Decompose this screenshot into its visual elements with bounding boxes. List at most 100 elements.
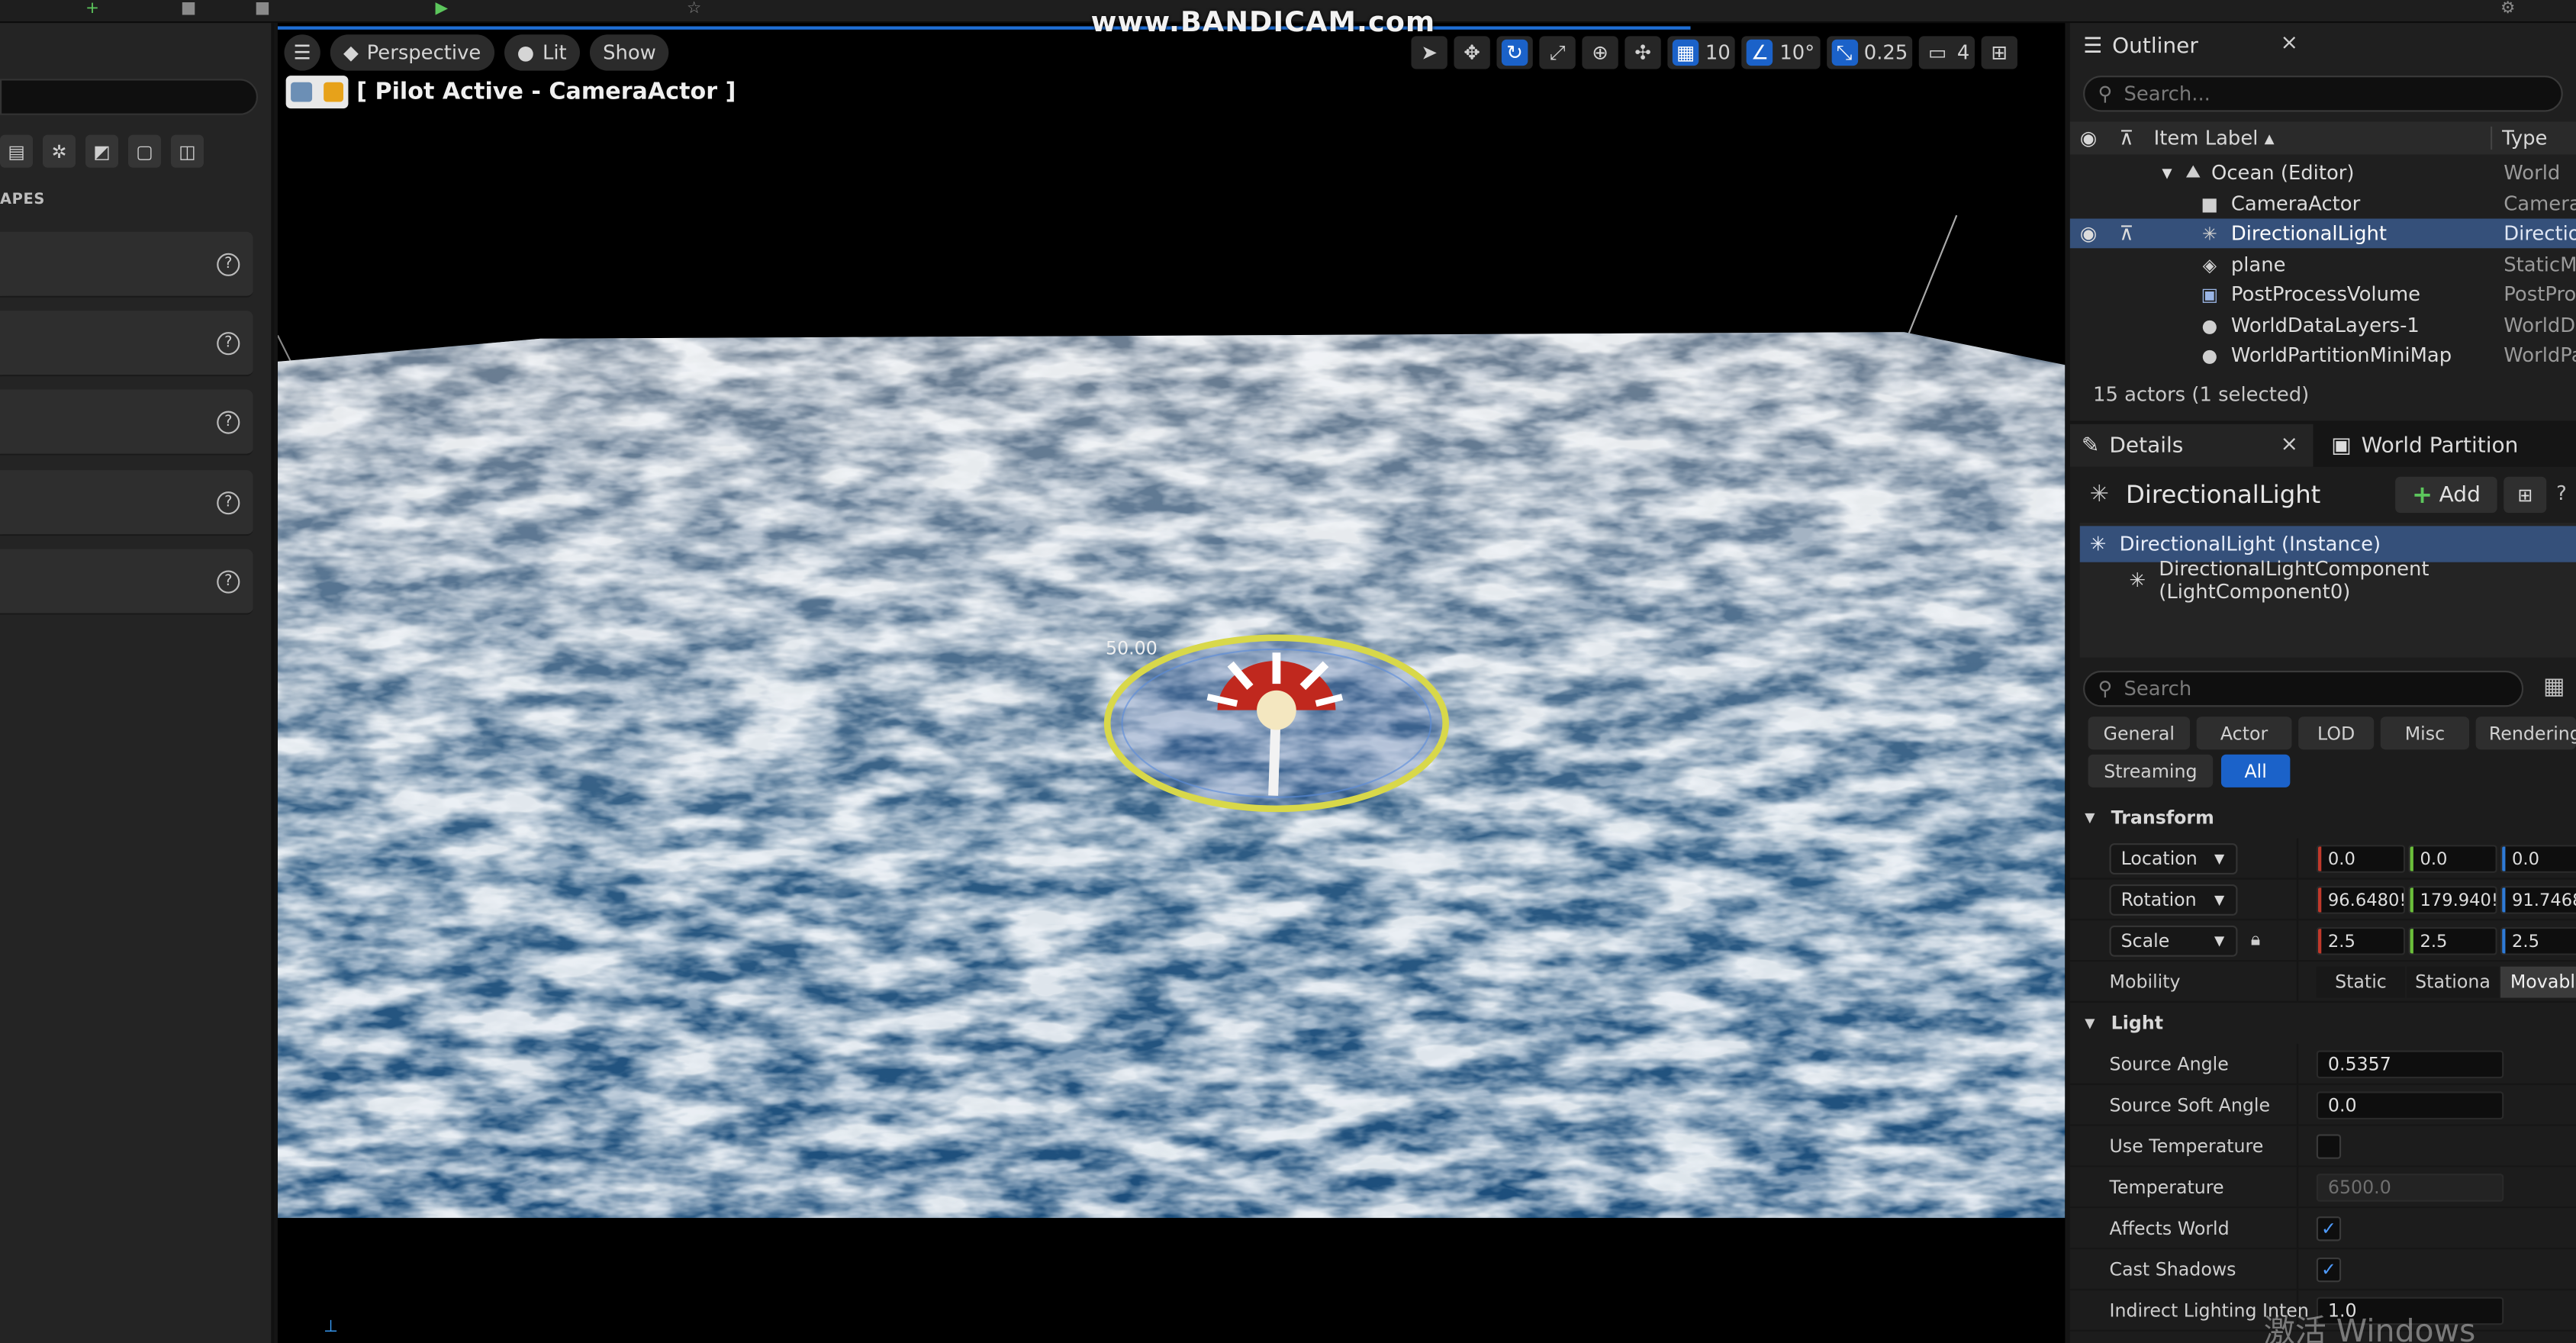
outliner-tab[interactable]: ☰ Outliner [2070, 23, 2198, 69]
perspective-button[interactable]: ◆ Perspective [330, 34, 494, 71]
temperature-input[interactable]: 6500.0 [2316, 1174, 2504, 1202]
help-icon[interactable]: ? [217, 332, 240, 356]
filter-misc[interactable]: Misc [2380, 717, 2470, 750]
rotation-dropdown[interactable]: Rotation ▼ [2109, 884, 2238, 916]
mobility-movable[interactable]: Movable [2500, 966, 2576, 998]
source-soft-angle-input[interactable]: 0.0 [2316, 1091, 2504, 1120]
grid-snap-button[interactable]: ▦ 10 [1667, 36, 1736, 69]
scale-z-input[interactable]: 2.5 [2500, 926, 2576, 955]
outliner-search-input[interactable]: ⚲ Search... [2083, 76, 2563, 112]
outliner-row-selected[interactable]: ◉ ⊼ ✳ DirectionalLight Directio [2069, 218, 2576, 249]
rotate-tool-button[interactable]: ↻ [1496, 36, 1533, 69]
pin-column-icon[interactable]: ⊼ [2119, 127, 2133, 150]
bookmark-icon[interactable]: ☆ [687, 0, 701, 18]
eject-pilot-button[interactable] [285, 76, 349, 109]
outliner-row[interactable]: ◈ plane StaticMe [2070, 250, 2576, 279]
outliner-row[interactable]: ■ CameraActor CameraA [2070, 189, 2576, 219]
toolbar-icon[interactable]: ■ [181, 0, 196, 18]
location-dropdown[interactable]: Location ▼ [2109, 843, 2238, 875]
outliner-row[interactable]: ● WorldDataLayers-1 WorldDa [2070, 311, 2576, 340]
item-label-header[interactable]: Item Label ▴ [2154, 127, 2275, 150]
filter-general[interactable]: General [2088, 717, 2191, 750]
help-icon[interactable]: ? [217, 253, 240, 276]
lit-button[interactable]: ● Lit [504, 34, 580, 71]
visibility-icon[interactable]: ◉ [2080, 222, 2098, 245]
help-icon[interactable]: ? [217, 411, 240, 434]
filter-actor[interactable]: Actor [2196, 717, 2292, 750]
scale-x-input[interactable]: 2.5 [2316, 926, 2406, 955]
light-gizmo[interactable] [1103, 634, 1449, 813]
rotation-z-input[interactable]: 91.74688 [2500, 886, 2576, 914]
shape-card[interactable]: ? [0, 311, 253, 377]
tab-details[interactable]: ✎ Details [2069, 424, 2314, 467]
mobility-static[interactable]: Static [2316, 966, 2406, 998]
settings-icon[interactable]: ⚙ [2500, 0, 2515, 18]
filter-rendering[interactable]: Rendering [2475, 717, 2576, 750]
close-icon[interactable]: × [2280, 31, 2297, 56]
add-component-button[interactable]: + Add [2395, 476, 2497, 514]
filter-streaming[interactable]: Streaming [2088, 754, 2214, 787]
play-icon[interactable]: ▶ [436, 0, 449, 18]
location-y-input[interactable]: 0.0 [2408, 845, 2497, 873]
shape-card[interactable]: ? [0, 231, 253, 298]
light-category[interactable]: ▼ Light [2070, 1004, 2576, 1040]
left-search-input[interactable] [0, 79, 259, 115]
component-row[interactable]: ✳ DirectionalLightComponent (LightCompon… [2080, 557, 2576, 603]
level-viewport[interactable]: 50.00 ☰ ◆ Perspective ● Lit Show [ Pilot A… [277, 23, 2066, 1343]
translate-tool-button[interactable]: ✥ [1454, 36, 1490, 69]
location-x-input[interactable]: 0.0 [2316, 845, 2406, 873]
shape-card[interactable]: ? [0, 389, 253, 456]
expand-icon[interactable]: ▼ [2162, 165, 2172, 179]
use-temperature-checkbox[interactable] [2316, 1134, 2342, 1159]
world-space-button[interactable]: ⊕ [1582, 36, 1618, 69]
help-icon[interactable]: ? [217, 570, 240, 594]
layout-button[interactable]: ⊞ [1981, 36, 2017, 69]
cast-shadows-checkbox[interactable]: ✓ [2316, 1257, 2342, 1283]
copy-tool-icon[interactable]: ◫ [170, 134, 204, 168]
surface-snap-button[interactable]: ✣ [1624, 36, 1661, 69]
filter-lod[interactable]: LOD [2298, 717, 2375, 750]
plus-icon: + [2411, 480, 2433, 510]
close-icon[interactable]: × [2280, 433, 2297, 457]
select-tool-button[interactable]: ➤ [1411, 36, 1447, 69]
source-angle-input[interactable]: 0.5357 [2316, 1050, 2504, 1079]
location-z-input[interactable]: 0.0 [2500, 845, 2576, 873]
toolbar-icon[interactable]: ■ [255, 0, 270, 18]
shapes-tool-icon[interactable]: ◩ [85, 134, 119, 168]
gizmo-value-label: 50.00 [1106, 637, 1158, 659]
help-icon[interactable]: ? [2556, 481, 2567, 504]
rotation-snap-button[interactable]: ∠ 10° [1741, 36, 1820, 69]
ocean-scene[interactable]: 50.00 [277, 23, 2066, 1343]
scale-snap-button[interactable]: ⤡ 0.25 [1826, 36, 1913, 69]
add-icon[interactable]: + [85, 0, 99, 18]
mobility-stationary[interactable]: Stationa [2407, 966, 2499, 998]
viewport-menu-button[interactable]: ☰ [284, 34, 320, 71]
blueprint-button[interactable]: ⊞ [2504, 476, 2547, 514]
outliner-row[interactable]: ▼ ⛰ Ocean (Editor) World [2070, 158, 2576, 188]
table-view-icon[interactable]: ▦ [2543, 674, 2565, 700]
scale-y-input[interactable]: 2.5 [2408, 926, 2497, 955]
tab-world-partition[interactable]: ▣ World Partition [2320, 424, 2576, 467]
rotation-x-input[interactable]: 96.6480! [2316, 886, 2406, 914]
rotation-y-input[interactable]: 179.940! [2408, 886, 2497, 914]
type-header[interactable]: Type [2491, 126, 2547, 150]
visibility-column-icon[interactable]: ◉ [2080, 127, 2098, 150]
outliner-row[interactable]: ● WorldPartitionMiniMap WorldPa [2070, 340, 2576, 370]
box-tool-icon[interactable]: ▢ [127, 134, 161, 168]
affects-world-checkbox[interactable]: ✓ [2316, 1216, 2342, 1242]
scale-tool-button[interactable]: ⤢ [1539, 36, 1576, 69]
transform-category[interactable]: ▼ Transform [2070, 799, 2576, 835]
shape-card[interactable]: ? [0, 549, 253, 615]
sculpt-tool-icon[interactable]: ✲ [42, 134, 76, 168]
landscape-tool-icon[interactable]: ▤ [0, 134, 34, 168]
pin-icon[interactable]: ⊼ [2119, 222, 2133, 245]
lock-icon[interactable]: 🔒︎ [2251, 929, 2261, 952]
scale-dropdown[interactable]: Scale ▼ [2109, 925, 2238, 957]
outliner-row[interactable]: ▣ PostProcessVolume PostPro [2070, 279, 2576, 309]
camera-speed-button[interactable]: ▭ 4 [1919, 36, 1975, 69]
details-search-input[interactable]: ⚲ Search [2083, 670, 2524, 707]
filter-all[interactable]: All [2220, 754, 2291, 787]
show-button[interactable]: Show [589, 34, 670, 71]
shape-card[interactable]: ? [0, 470, 253, 536]
help-icon[interactable]: ? [217, 491, 240, 515]
